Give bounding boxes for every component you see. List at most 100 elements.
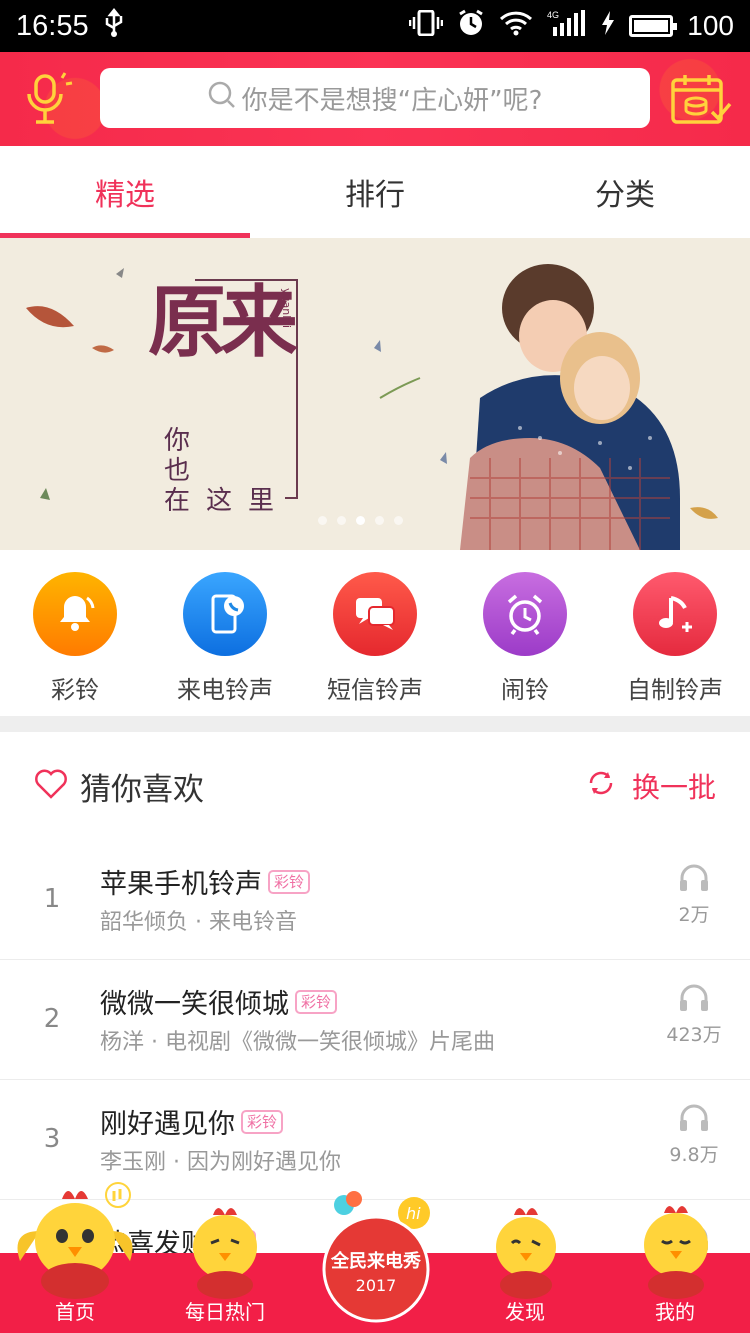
ringback-badge: 彩铃 <box>268 869 311 894</box>
item-rank: 1 <box>43 884 61 914</box>
category-alarm[interactable]: 闹铃 <box>450 550 600 716</box>
nav-label: 首页 <box>55 1300 95 1324</box>
ringback-badge: 彩铃 <box>295 989 338 1014</box>
pager-dot[interactable] <box>375 516 384 525</box>
nav-home[interactable]: 首页 <box>0 1182 150 1333</box>
pager-dot-active[interactable] <box>356 516 365 525</box>
heart-icon <box>34 769 68 803</box>
item-rank: 2 <box>43 1004 61 1034</box>
banner-subtitle-char: 也 <box>164 456 191 486</box>
nav-label: 每日热门 <box>185 1300 265 1324</box>
banner-pinyin: yuanlai <box>280 288 293 329</box>
list-item[interactable]: 1 苹果手机铃声 彩铃 韶华倾负 · 来电铃音 2万 <box>0 840 750 960</box>
section-divider <box>0 716 750 732</box>
nav-label: 我的 <box>655 1300 695 1324</box>
chick-home-icon <box>17 1182 133 1299</box>
pager-dot[interactable] <box>318 516 327 525</box>
promo-banner[interactable]: 原来 yuanlai 你 也 在 这 里 <box>0 238 750 550</box>
headphones-icon <box>678 984 710 1016</box>
center-show-year: 2017 <box>356 1276 397 1295</box>
nav-label: 发现 <box>505 1300 545 1324</box>
headphones-icon <box>678 1104 710 1136</box>
category-label: 来电铃声 <box>177 676 273 704</box>
banner-subtitle-char: 这 <box>206 486 233 516</box>
banner-text: 原来 yuanlai <box>148 277 298 368</box>
category-label: 短信铃声 <box>327 676 423 704</box>
list-item[interactable]: 2 微微一笑很倾城 彩铃 杨洋 · 电视剧《微微一笑很倾城》片尾曲 423万 <box>0 960 750 1080</box>
banner-subtitle-char: 你 <box>164 426 191 456</box>
pager-dot[interactable] <box>394 516 403 525</box>
listen-count: 423万 <box>664 982 724 1047</box>
banner-subtitle-char: 在 <box>164 486 191 516</box>
app-header: 你是不是想搜“庄心妍”呢? <box>0 52 750 146</box>
search-icon <box>208 81 236 116</box>
banner-subtitle-char: 里 <box>248 486 275 516</box>
wifi-icon <box>499 10 533 43</box>
item-title: 微微一笑很倾城 <box>100 989 289 1020</box>
category-ringback[interactable]: 彩铃 <box>0 550 150 716</box>
banner-title: 原来 <box>148 277 298 368</box>
charging-icon <box>601 10 615 43</box>
nav-discover[interactable]: 发现 <box>450 1208 600 1333</box>
nav-daily-hot[interactable]: 每日热门 <box>150 1208 300 1333</box>
listen-count: 2万 <box>664 862 724 927</box>
recommend-title: 猜你喜欢 <box>80 771 204 808</box>
item-title: 苹果手机铃声 <box>100 869 262 900</box>
chick-mine-icon <box>644 1206 708 1299</box>
battery-icon <box>629 15 678 37</box>
play-count: 2万 <box>678 904 710 926</box>
music-note-plus-icon <box>633 572 717 656</box>
recommend-header: 猜你喜欢 换一批 <box>0 732 750 840</box>
usb-icon <box>103 7 125 45</box>
category-shortcuts: 彩铃 来电铃声 短信铃声 闹铃 自制铃声 <box>0 550 750 716</box>
item-subtitle: 杨洋 · 电视剧《微微一笑很倾城》片尾曲 <box>100 1030 495 1055</box>
tab-featured-label: 精选 <box>95 178 155 213</box>
battery-level: 100 <box>687 10 734 41</box>
category-call-ringtone[interactable]: 来电铃声 <box>150 550 300 716</box>
banner-pager <box>318 516 403 525</box>
bell-icon <box>33 572 117 656</box>
play-count: 423万 <box>666 1024 722 1046</box>
chick-hot-icon <box>193 1208 257 1299</box>
item-subtitle: 韶华倾负 · 来电铃音 <box>100 910 297 935</box>
center-hi: hi <box>406 1204 421 1223</box>
alarm-status-icon <box>457 9 485 44</box>
banner-illustration <box>0 238 750 550</box>
category-custom-ringtone[interactable]: 自制铃声 <box>600 550 750 716</box>
voice-search-icon[interactable] <box>22 70 74 128</box>
category-sms-ringtone[interactable]: 短信铃声 <box>300 550 450 716</box>
tab-ranking[interactable]: 排行 <box>250 146 500 238</box>
tab-ranking-label: 排行 <box>345 178 405 213</box>
listen-count: 9.8万 <box>664 1102 724 1167</box>
center-show-icon: hi 全民来电秀 2017 <box>322 1191 430 1323</box>
status-time: 16:55 <box>16 9 89 42</box>
nav-center-show[interactable]: hi 全民来电秀 2017 <box>300 1191 450 1333</box>
center-show-text: 全民来电秀 <box>330 1250 421 1272</box>
chick-discover-icon <box>496 1208 556 1299</box>
refresh-icon <box>586 769 616 804</box>
status-bar: 16:55 4G 100 <box>0 0 750 52</box>
play-count: 9.8万 <box>669 1144 719 1166</box>
refresh-button[interactable]: 换一批 <box>586 766 716 806</box>
refresh-label: 换一批 <box>631 771 716 804</box>
tab-category[interactable]: 分类 <box>500 146 750 238</box>
item-rank: 3 <box>43 1124 61 1154</box>
network-label: 4G <box>547 10 559 20</box>
alarm-clock-icon <box>483 572 567 656</box>
calendar-icon[interactable] <box>670 72 732 128</box>
pager-dot[interactable] <box>337 516 346 525</box>
search-placeholder: 你是不是想搜“庄心妍”呢? <box>241 85 543 116</box>
message-icon <box>333 572 417 656</box>
tab-featured[interactable]: 精选 <box>0 146 250 238</box>
search-input[interactable]: 你是不是想搜“庄心妍”呢? <box>100 68 650 128</box>
signal-icon: 4G <box>547 9 587 44</box>
ringback-badge: 彩铃 <box>241 1109 284 1134</box>
phone-call-icon <box>183 572 267 656</box>
item-title: 刚好遇见你 <box>100 1109 235 1140</box>
item-subtitle: 李玉刚 · 因为刚好遇见你 <box>100 1150 341 1175</box>
main-tabs: 精选 排行 分类 <box>0 146 750 238</box>
banner-subtitle: 你 也 在 这 里 <box>164 426 274 516</box>
nav-mine[interactable]: 我的 <box>600 1206 750 1333</box>
category-label: 闹铃 <box>501 676 549 704</box>
vibrate-icon <box>409 9 444 43</box>
